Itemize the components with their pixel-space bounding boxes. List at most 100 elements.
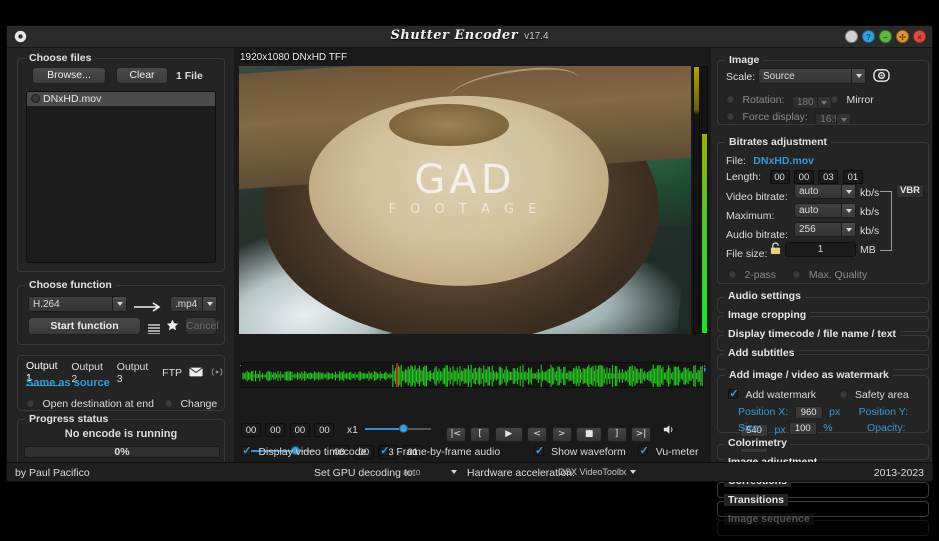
- vu-meter-checkbox[interactable]: [638, 444, 649, 457]
- mirror-radio[interactable]: [830, 95, 839, 104]
- file-size-input[interactable]: 1: [785, 242, 856, 257]
- video-preview[interactable]: GAD F O O T A G E: [239, 66, 691, 334]
- broadcast-icon[interactable]: [210, 364, 224, 382]
- audio-bitrate-select[interactable]: 256: [794, 222, 856, 237]
- open-destination-label: Open destination at end: [42, 398, 154, 410]
- fullscreen-button[interactable]: ✣: [896, 30, 909, 43]
- envelope-icon[interactable]: [189, 364, 203, 382]
- list-item[interactable]: DNxHD.mov: [27, 92, 215, 106]
- video-watermark: GAD F O O T A G E: [239, 160, 691, 217]
- waveform-svg: [242, 363, 703, 387]
- transport-controls: 00 00 00 00 x1 |< [ ▶ < > ■ ] >| 00 00 0…: [241, 420, 704, 459]
- browse-button[interactable]: Browse...: [32, 67, 106, 84]
- length-ss[interactable]: 03: [818, 170, 839, 184]
- scale-value: Source: [763, 70, 795, 82]
- destination-label[interactable]: Same as source: [26, 377, 110, 389]
- audio-bitrate-label: Audio bitrate:: [726, 229, 788, 241]
- chevron-down-icon[interactable]: [841, 223, 855, 236]
- chevron-down-icon[interactable]: [841, 185, 855, 198]
- go-to-start-button[interactable]: |<: [445, 427, 466, 442]
- chevron-down-icon[interactable]: [851, 69, 865, 83]
- rotation-radio[interactable]: [726, 95, 735, 104]
- app-version: v17.4: [524, 31, 549, 42]
- hardware-acceleration-select[interactable]: OSX VideoToolbox: [554, 465, 640, 479]
- add-watermark-checkbox[interactable]: [728, 387, 739, 400]
- maximum-bitrate-select[interactable]: auto: [794, 203, 856, 218]
- speed-slider[interactable]: [365, 422, 432, 436]
- force-display-radio[interactable]: [726, 112, 735, 121]
- show-waveform-checkbox[interactable]: [533, 444, 545, 457]
- speaker-icon[interactable]: [663, 422, 675, 440]
- maximum-bitrate-value: auto: [799, 205, 819, 216]
- file-list[interactable]: DNxHD.mov: [26, 91, 216, 263]
- info-button[interactable]: ?: [862, 30, 875, 43]
- tab-ftp[interactable]: FTP: [162, 367, 182, 379]
- length-ff[interactable]: 01: [842, 170, 863, 184]
- watermark-size-input[interactable]: 100: [788, 422, 817, 435]
- force-display-select[interactable]: 16:9: [815, 113, 852, 126]
- chevron-down-icon[interactable]: [841, 204, 855, 217]
- bitrate-file-value[interactable]: DNxHD.mov: [753, 155, 814, 167]
- outputs-panel: Output 1 Output 2 Output 3 FTP Same as s…: [17, 355, 225, 411]
- video-bitrate-unit: kb/s: [860, 187, 880, 199]
- max-quality-radio[interactable]: [792, 270, 802, 279]
- help-grey-button[interactable]: [845, 30, 858, 43]
- hamburger-menu-icon[interactable]: [148, 321, 160, 335]
- in-point-ff[interactable]: 00: [314, 423, 335, 437]
- step-forward-button[interactable]: >: [551, 427, 572, 442]
- status-bar: by Paul Pacifico Set GPU decoding to: au…: [6, 462, 933, 482]
- hardware-acceleration-value: OSX VideoToolbox: [558, 467, 626, 477]
- vbr-bracket: [880, 191, 892, 251]
- scale-select[interactable]: Source: [758, 68, 866, 84]
- open-destination-radio[interactable]: [26, 399, 35, 408]
- step-back-button[interactable]: <: [527, 427, 548, 442]
- length-mm[interactable]: 00: [793, 170, 814, 184]
- watermark-size-label: Size:: [738, 422, 762, 434]
- video-resolution-label: 1920x1080 DNxHD TFF: [240, 52, 348, 63]
- go-to-end-button[interactable]: >|: [630, 427, 651, 442]
- frame-by-frame-audio-checkbox[interactable]: [378, 444, 390, 457]
- safety-area-radio[interactable]: [838, 390, 848, 399]
- in-point-mm[interactable]: 00: [265, 423, 286, 437]
- two-pass-radio[interactable]: [728, 270, 737, 279]
- video-bitrate-select[interactable]: auto: [794, 184, 856, 199]
- file-select-radio[interactable]: [31, 94, 40, 103]
- chevron-down-icon[interactable]: [112, 297, 126, 311]
- length-label: Length:: [726, 171, 762, 183]
- in-point-ss[interactable]: 00: [289, 423, 310, 437]
- section-image-sequence[interactable]: Image sequence: [717, 513, 929, 536]
- stop-button[interactable]: ■: [576, 427, 603, 442]
- max-quality-label: Max. Quality: [808, 269, 868, 281]
- watermark-sub: F O O T A G E: [388, 202, 542, 217]
- chevron-down-icon[interactable]: [626, 465, 640, 479]
- length-hh[interactable]: 00: [769, 170, 790, 184]
- image-panel: Image Scale: Source Rotation: 180 Mirror: [717, 54, 929, 126]
- chevron-down-icon[interactable]: [202, 297, 216, 311]
- lock-icon[interactable]: [770, 242, 781, 260]
- chevron-down-icon[interactable]: [836, 114, 851, 125]
- container-select[interactable]: .mp4: [170, 296, 217, 312]
- cancel-button[interactable]: Cancel: [185, 317, 219, 335]
- minimize-button[interactable]: –: [879, 30, 892, 43]
- clear-button[interactable]: Clear: [116, 67, 168, 84]
- close-button[interactable]: ×: [913, 30, 926, 43]
- section-add-subtitles[interactable]: Add subtitles: [717, 347, 929, 370]
- frame-by-frame-audio-label: Frame-by-frame audio: [396, 446, 501, 458]
- crop-target-icon[interactable]: [873, 67, 890, 89]
- gpu-decoding-select[interactable]: auto: [399, 465, 461, 479]
- play-button[interactable]: ▶: [494, 427, 523, 442]
- audio-bitrate-value: 256: [799, 224, 816, 235]
- mark-in-button[interactable]: [: [470, 427, 491, 442]
- tab-output-3[interactable]: Output 3: [117, 361, 155, 385]
- image-legend: Image: [725, 54, 764, 66]
- audio-waveform[interactable]: [241, 362, 704, 388]
- codec-select[interactable]: H.264: [28, 296, 127, 312]
- mark-out-button[interactable]: ]: [606, 427, 627, 442]
- in-point-hh[interactable]: 00: [241, 423, 261, 437]
- star-icon[interactable]: [166, 319, 179, 332]
- arrow-right-icon: [134, 299, 164, 312]
- display-video-timecode-checkbox[interactable]: [241, 444, 252, 457]
- start-function-button[interactable]: Start function: [28, 317, 141, 335]
- change-destination-radio[interactable]: [164, 399, 173, 408]
- chevron-down-icon[interactable]: [447, 465, 461, 479]
